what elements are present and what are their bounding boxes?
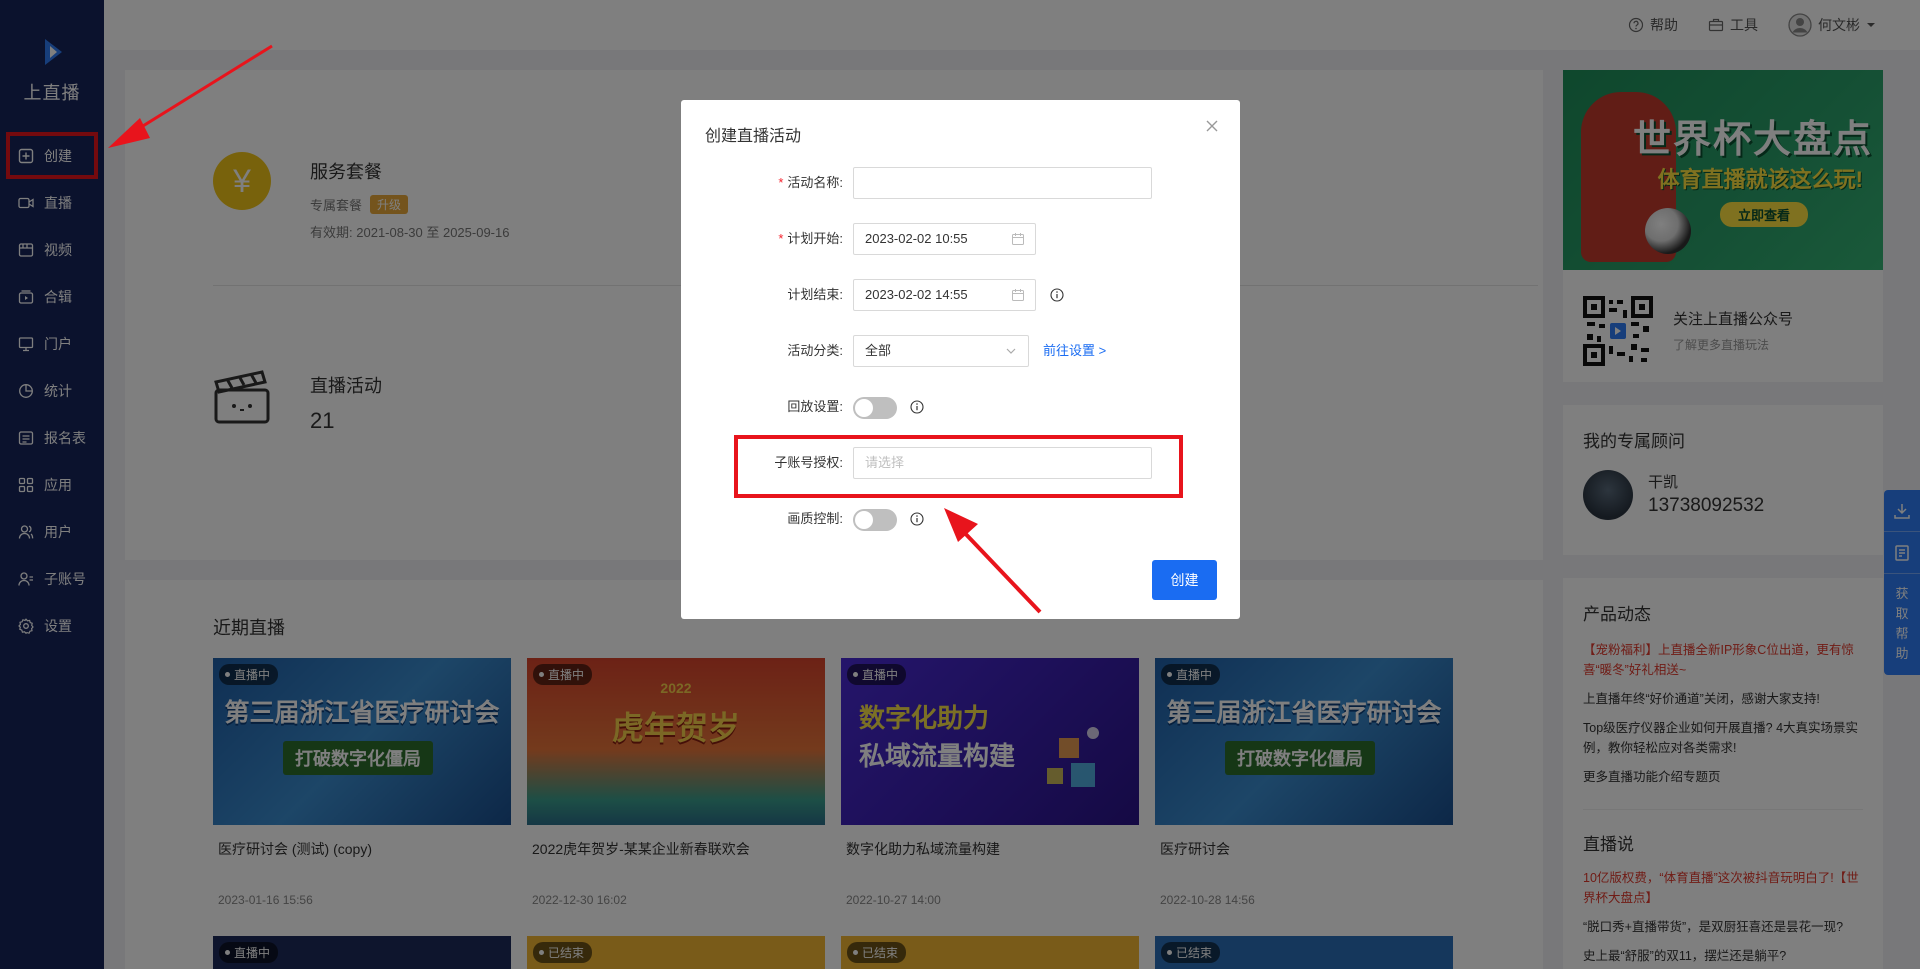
modal-title: 创建直播活动 xyxy=(705,128,802,145)
chevron-down-icon xyxy=(1006,348,1016,354)
form-row-end: 计划结束: 2023-02-02 14:55 xyxy=(681,279,1240,311)
form-row-category: 活动分类: 全部 前往设置 > xyxy=(681,335,1240,367)
form-row-replay: 回放设置: xyxy=(681,391,1240,423)
create-live-modal: 创建直播活动 * 活动名称: * 计划开始: 2023-02-02 10:55 计划… xyxy=(681,100,1240,619)
required-mark: * xyxy=(778,175,784,190)
end-time-picker[interactable]: 2023-02-02 14:55 xyxy=(853,279,1036,311)
calendar-icon xyxy=(1012,289,1024,301)
category-value: 全部 xyxy=(865,343,892,358)
field-label: * 活动名称: xyxy=(778,175,843,190)
field-label: * 计划开始: xyxy=(778,231,843,246)
form-row-start: * 计划开始: 2023-02-02 10:55 xyxy=(681,223,1240,255)
close-icon[interactable] xyxy=(1202,116,1222,136)
start-time-value: 2023-02-02 10:55 xyxy=(865,231,968,246)
info-icon[interactable] xyxy=(1050,288,1064,302)
start-time-picker[interactable]: 2023-02-02 10:55 xyxy=(853,223,1036,255)
info-icon[interactable] xyxy=(910,400,924,414)
field-label: 画质控制: xyxy=(787,511,843,526)
replay-toggle[interactable] xyxy=(853,397,897,419)
field-label: 回放设置: xyxy=(787,399,843,414)
field-label: 活动分类: xyxy=(787,343,843,358)
calendar-icon xyxy=(1012,233,1024,245)
field-label: 计划结束: xyxy=(787,287,843,302)
form-row-name: * 活动名称: xyxy=(681,167,1240,199)
category-select[interactable]: 全部 xyxy=(853,335,1029,367)
quality-toggle[interactable] xyxy=(853,509,897,531)
end-time-value: 2023-02-02 14:55 xyxy=(865,287,968,302)
activity-name-input[interactable] xyxy=(853,167,1152,199)
form-row-quality: 画质控制: xyxy=(681,503,1240,535)
annotation-highlight-box xyxy=(734,435,1183,498)
go-settings-link[interactable]: 前往设置 > xyxy=(1043,335,1106,367)
create-button[interactable]: 创建 xyxy=(1152,560,1217,600)
required-mark: * xyxy=(778,231,784,246)
info-icon[interactable] xyxy=(910,512,924,526)
